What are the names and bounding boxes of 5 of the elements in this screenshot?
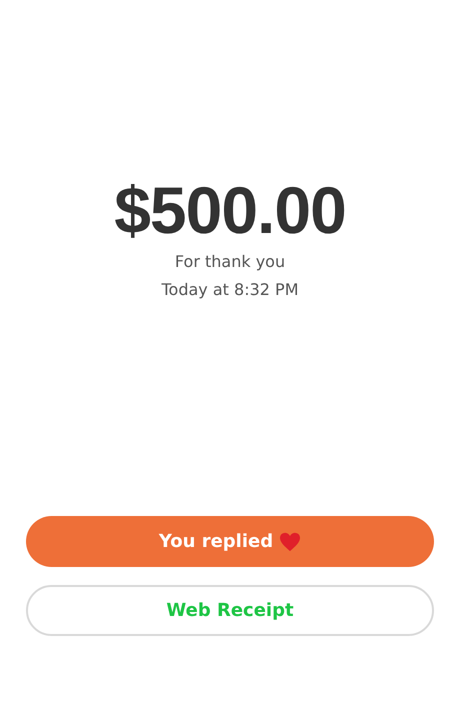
payment-note: For thank you [174, 251, 286, 273]
payment-amount: $500.00 [114, 172, 346, 248]
reply-button[interactable]: You replied [26, 516, 434, 567]
receipt-button[interactable]: Web Receipt [26, 585, 434, 636]
payment-time: Today at 8:32 PM [162, 279, 298, 301]
